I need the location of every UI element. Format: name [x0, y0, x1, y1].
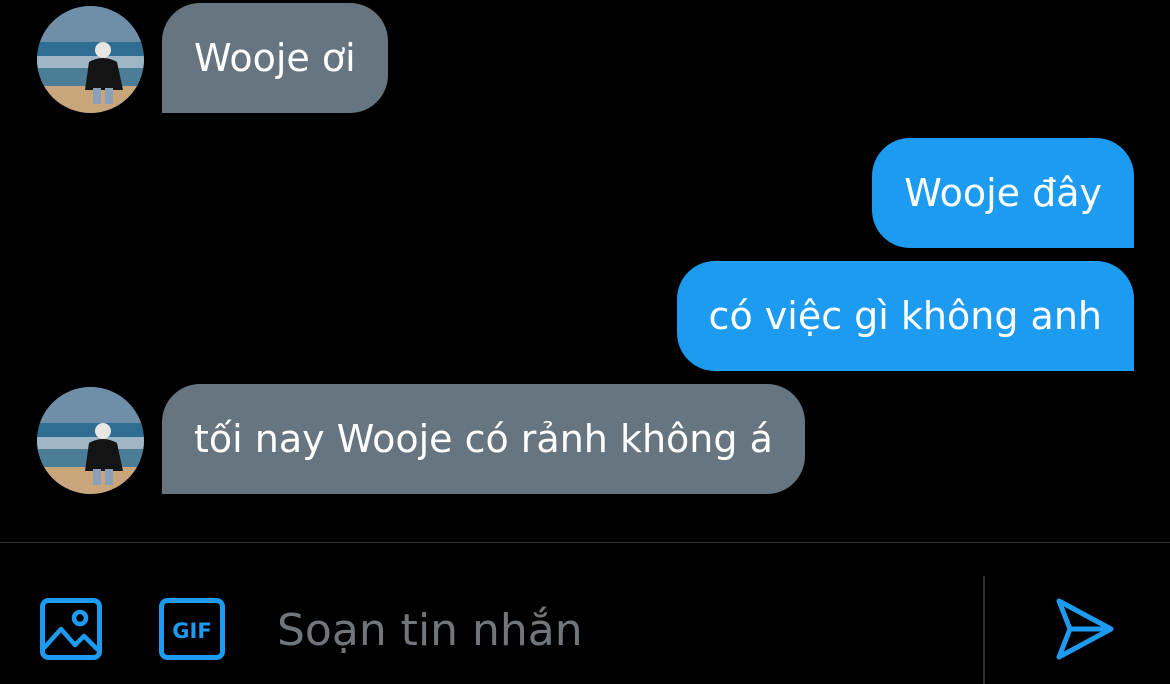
message-text: Wooje đây	[904, 171, 1102, 215]
incoming-message-bubble[interactable]: Wooje ơi	[162, 3, 388, 113]
gif-label: GIF	[172, 619, 211, 643]
outgoing-message-bubble[interactable]: Wooje đây	[872, 138, 1134, 248]
send-icon[interactable]	[1055, 597, 1115, 665]
message-list: Wooje ơi Wooje đây có việc gì không anh …	[0, 0, 1170, 542]
message-composer: GIF	[0, 543, 1170, 684]
avatar-image	[37, 6, 144, 113]
avatar[interactable]	[37, 6, 144, 113]
message-input[interactable]	[262, 593, 962, 667]
gif-icon[interactable]: GIF	[159, 598, 225, 664]
incoming-message-bubble[interactable]: tối nay Wooje có rảnh không á	[162, 384, 805, 494]
message-text: Wooje ơi	[194, 36, 356, 80]
message-text: có việc gì không anh	[708, 294, 1102, 338]
image-icon[interactable]	[40, 598, 102, 664]
avatar-image	[37, 387, 144, 494]
send-divider	[983, 576, 985, 684]
outgoing-message-bubble[interactable]: có việc gì không anh	[676, 261, 1134, 371]
avatar[interactable]	[37, 387, 144, 494]
message-text: tối nay Wooje có rảnh không á	[194, 417, 773, 461]
